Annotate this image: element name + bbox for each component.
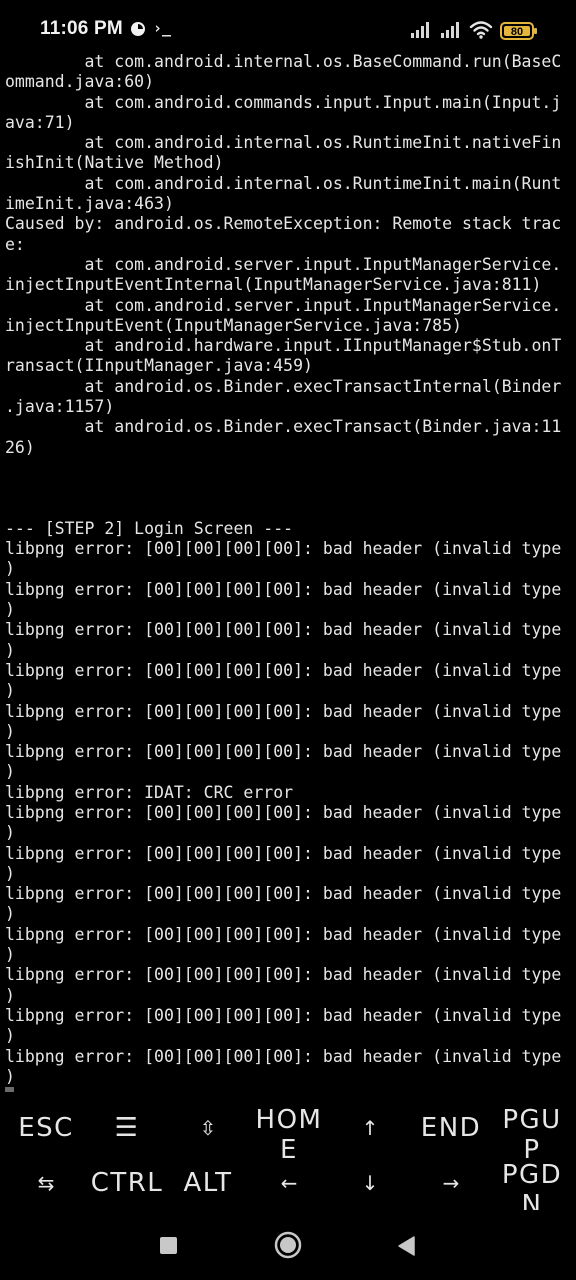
alt-key[interactable]: ALT bbox=[167, 1158, 249, 1208]
terminal-line: at com.android.internal.os.RuntimeInit.n… bbox=[5, 133, 562, 153]
terminal-line: at com.android.server.input.InputManager… bbox=[5, 254, 562, 274]
terminal-line: ishInit(Native Method) bbox=[5, 153, 224, 173]
terminal-line: ) bbox=[5, 640, 15, 660]
terminal-line: ) bbox=[5, 681, 15, 701]
terminal-line: ransact(IInputManager.java:459) bbox=[5, 356, 313, 376]
terminal-line: at com.android.commands.input.Input.main… bbox=[5, 92, 562, 112]
terminal-line: at android.os.Binder.execTransactInterna… bbox=[5, 376, 562, 396]
arrow-up-key[interactable]: ↑ bbox=[329, 1103, 411, 1153]
terminal-line: libpng error: [00][00][00][00]: bad head… bbox=[5, 620, 562, 640]
app-notification-icon bbox=[131, 22, 145, 36]
arrow-right-key[interactable]: → bbox=[410, 1158, 492, 1208]
terminal-line: --- [STEP 2] Login Screen --- bbox=[5, 518, 294, 538]
terminal-line: libpng error: [00][00][00][00]: bad head… bbox=[5, 965, 562, 985]
terminal-line: ) bbox=[5, 1066, 15, 1086]
home-key[interactable]: HOM E bbox=[248, 1100, 330, 1158]
terminal-line: ) bbox=[5, 945, 15, 965]
terminal-line: ) bbox=[5, 1026, 15, 1046]
terminal-line: libpng error: [00][00][00][00]: bad head… bbox=[5, 802, 562, 822]
terminal-line: libpng error: IDAT: CRC error bbox=[5, 782, 294, 802]
battery-level: 80 bbox=[511, 26, 523, 38]
terminal-line: ) bbox=[5, 721, 15, 741]
terminal-line: libpng error: [00][00][00][00]: bad head… bbox=[5, 701, 562, 721]
terminal-line: at com.android.internal.os.RuntimeInit.m… bbox=[5, 173, 562, 193]
terminal-line: libpng error: [00][00][00][00]: bad head… bbox=[5, 742, 562, 762]
terminal-line: libpng error: [00][00][00][00]: bad head… bbox=[5, 884, 562, 904]
terminal-lines: at com.android.internal.os.BaseCommand.r… bbox=[5, 52, 575, 1087]
ctrl-key[interactable]: CTRL bbox=[86, 1158, 168, 1208]
terminal-line: at android.hardware.input.IInputManager$… bbox=[5, 336, 562, 356]
status-bar: 11:06 PM ›_ 80 bbox=[0, 0, 576, 52]
wifi-icon bbox=[469, 21, 493, 39]
terminal-line: 26) bbox=[5, 437, 35, 457]
signal-icon bbox=[411, 22, 429, 38]
cursor-line bbox=[5, 1087, 575, 1092]
terminal-line: .java:1157) bbox=[5, 397, 115, 417]
terminal-line: libpng error: [00][00][00][00]: bad head… bbox=[5, 843, 562, 863]
terminal-line: ) bbox=[5, 559, 15, 579]
terminal-cursor bbox=[5, 1087, 14, 1092]
arrow-down-key[interactable]: ↓ bbox=[329, 1158, 411, 1208]
terminal-line: ava:71) bbox=[5, 112, 75, 132]
terminal-line: at com.android.server.input.InputManager… bbox=[5, 295, 562, 315]
terminal-line: imeInit.java:463) bbox=[5, 194, 174, 214]
terminal-line: injectInputEventInternal(InputManagerSer… bbox=[5, 275, 542, 295]
terminal-line: at com.android.internal.os.BaseCommand.r… bbox=[5, 52, 562, 71]
battery-icon: 80 bbox=[500, 22, 538, 40]
terminal-icon: ›_ bbox=[153, 19, 172, 37]
tab-key[interactable]: ⇆ bbox=[5, 1158, 87, 1208]
terminal-line: ) bbox=[5, 823, 15, 843]
pgup-key[interactable]: PGU P bbox=[491, 1100, 573, 1158]
updown-key[interactable]: ⇳ bbox=[167, 1103, 249, 1153]
terminal-line: ) bbox=[5, 904, 15, 924]
terminal-line: libpng error: [00][00][00][00]: bad head… bbox=[5, 539, 562, 559]
terminal-line: ) bbox=[5, 985, 15, 1005]
terminal-output[interactable]: at com.android.internal.os.BaseCommand.r… bbox=[5, 52, 575, 1092]
terminal-line: libpng error: [00][00][00][00]: bad head… bbox=[5, 1005, 562, 1025]
pgdn-key[interactable]: PGD N bbox=[491, 1155, 573, 1210]
terminal-line: ) bbox=[5, 863, 15, 883]
menu-key[interactable]: ☰ bbox=[86, 1103, 168, 1153]
end-key[interactable]: END bbox=[410, 1103, 492, 1153]
extra-keys-bar: ESC ☰ ⇳ HOM E ↑ END PGU P ⇆ CTRL ALT ← ↓… bbox=[0, 1100, 576, 1210]
navigation-bar bbox=[0, 1212, 576, 1280]
terminal-line: ) bbox=[5, 762, 15, 782]
arrow-left-key[interactable]: ← bbox=[248, 1158, 330, 1208]
terminal-line: libpng error: [00][00][00][00]: bad head… bbox=[5, 579, 562, 599]
terminal-line: libpng error: [00][00][00][00]: bad head… bbox=[5, 1046, 562, 1066]
terminal-line: injectInputEvent(InputManagerService.jav… bbox=[5, 315, 462, 335]
terminal-line: Caused by: android.os.RemoteException: R… bbox=[5, 214, 562, 234]
status-time: 11:06 PM bbox=[40, 18, 123, 39]
terminal-line: libpng error: [00][00][00][00]: bad head… bbox=[5, 924, 562, 944]
esc-key[interactable]: ESC bbox=[5, 1103, 87, 1153]
terminal-line: ) bbox=[5, 600, 15, 620]
terminal-line: at android.os.Binder.execTransact(Binder… bbox=[5, 417, 562, 437]
signal-icon bbox=[441, 22, 459, 38]
terminal-line: e: bbox=[5, 234, 25, 254]
home-icon[interactable] bbox=[274, 1231, 302, 1259]
terminal-line: ommand.java:60) bbox=[5, 72, 155, 92]
terminal-line: libpng error: [00][00][00][00]: bad head… bbox=[5, 660, 562, 680]
recents-icon[interactable] bbox=[160, 1237, 177, 1254]
back-icon[interactable] bbox=[396, 1235, 416, 1257]
